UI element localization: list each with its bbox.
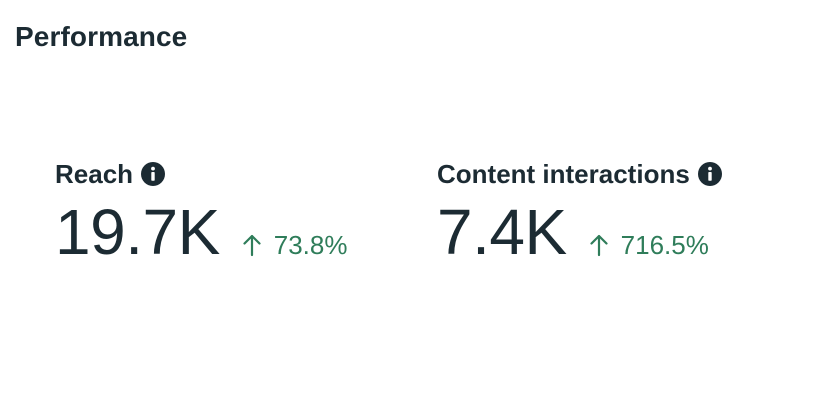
arrow-up-icon — [242, 233, 262, 257]
info-icon[interactable] — [141, 162, 166, 186]
metric-card-reach: Reach 19.7K 73.8% — [55, 156, 347, 269]
arrow-up-icon — [589, 233, 609, 257]
metric-header: Content interactions — [437, 156, 722, 192]
section-title: Performance — [15, 21, 188, 52]
metric-change-value: 716.5% — [620, 230, 709, 260]
metric-label-reach: Reach — [55, 158, 134, 189]
metric-change-value: 73.8% — [273, 230, 348, 260]
metric-value-content-interactions: 7.4K — [437, 196, 567, 268]
metric-change-content-interactions: 716.5% — [589, 230, 709, 261]
info-icon[interactable] — [697, 162, 722, 186]
metric-change-reach: 73.8% — [242, 230, 348, 261]
metric-body: 7.4K 716.5% — [437, 196, 722, 268]
metric-value-reach: 19.7K — [55, 196, 220, 268]
metric-header: Reach — [55, 156, 347, 192]
metric-label-content-interactions: Content interactions — [437, 158, 690, 189]
metric-body: 19.7K 73.8% — [55, 196, 347, 268]
metric-card-content-interactions: Content interactions 7.4K 716.5% — [437, 156, 722, 268]
